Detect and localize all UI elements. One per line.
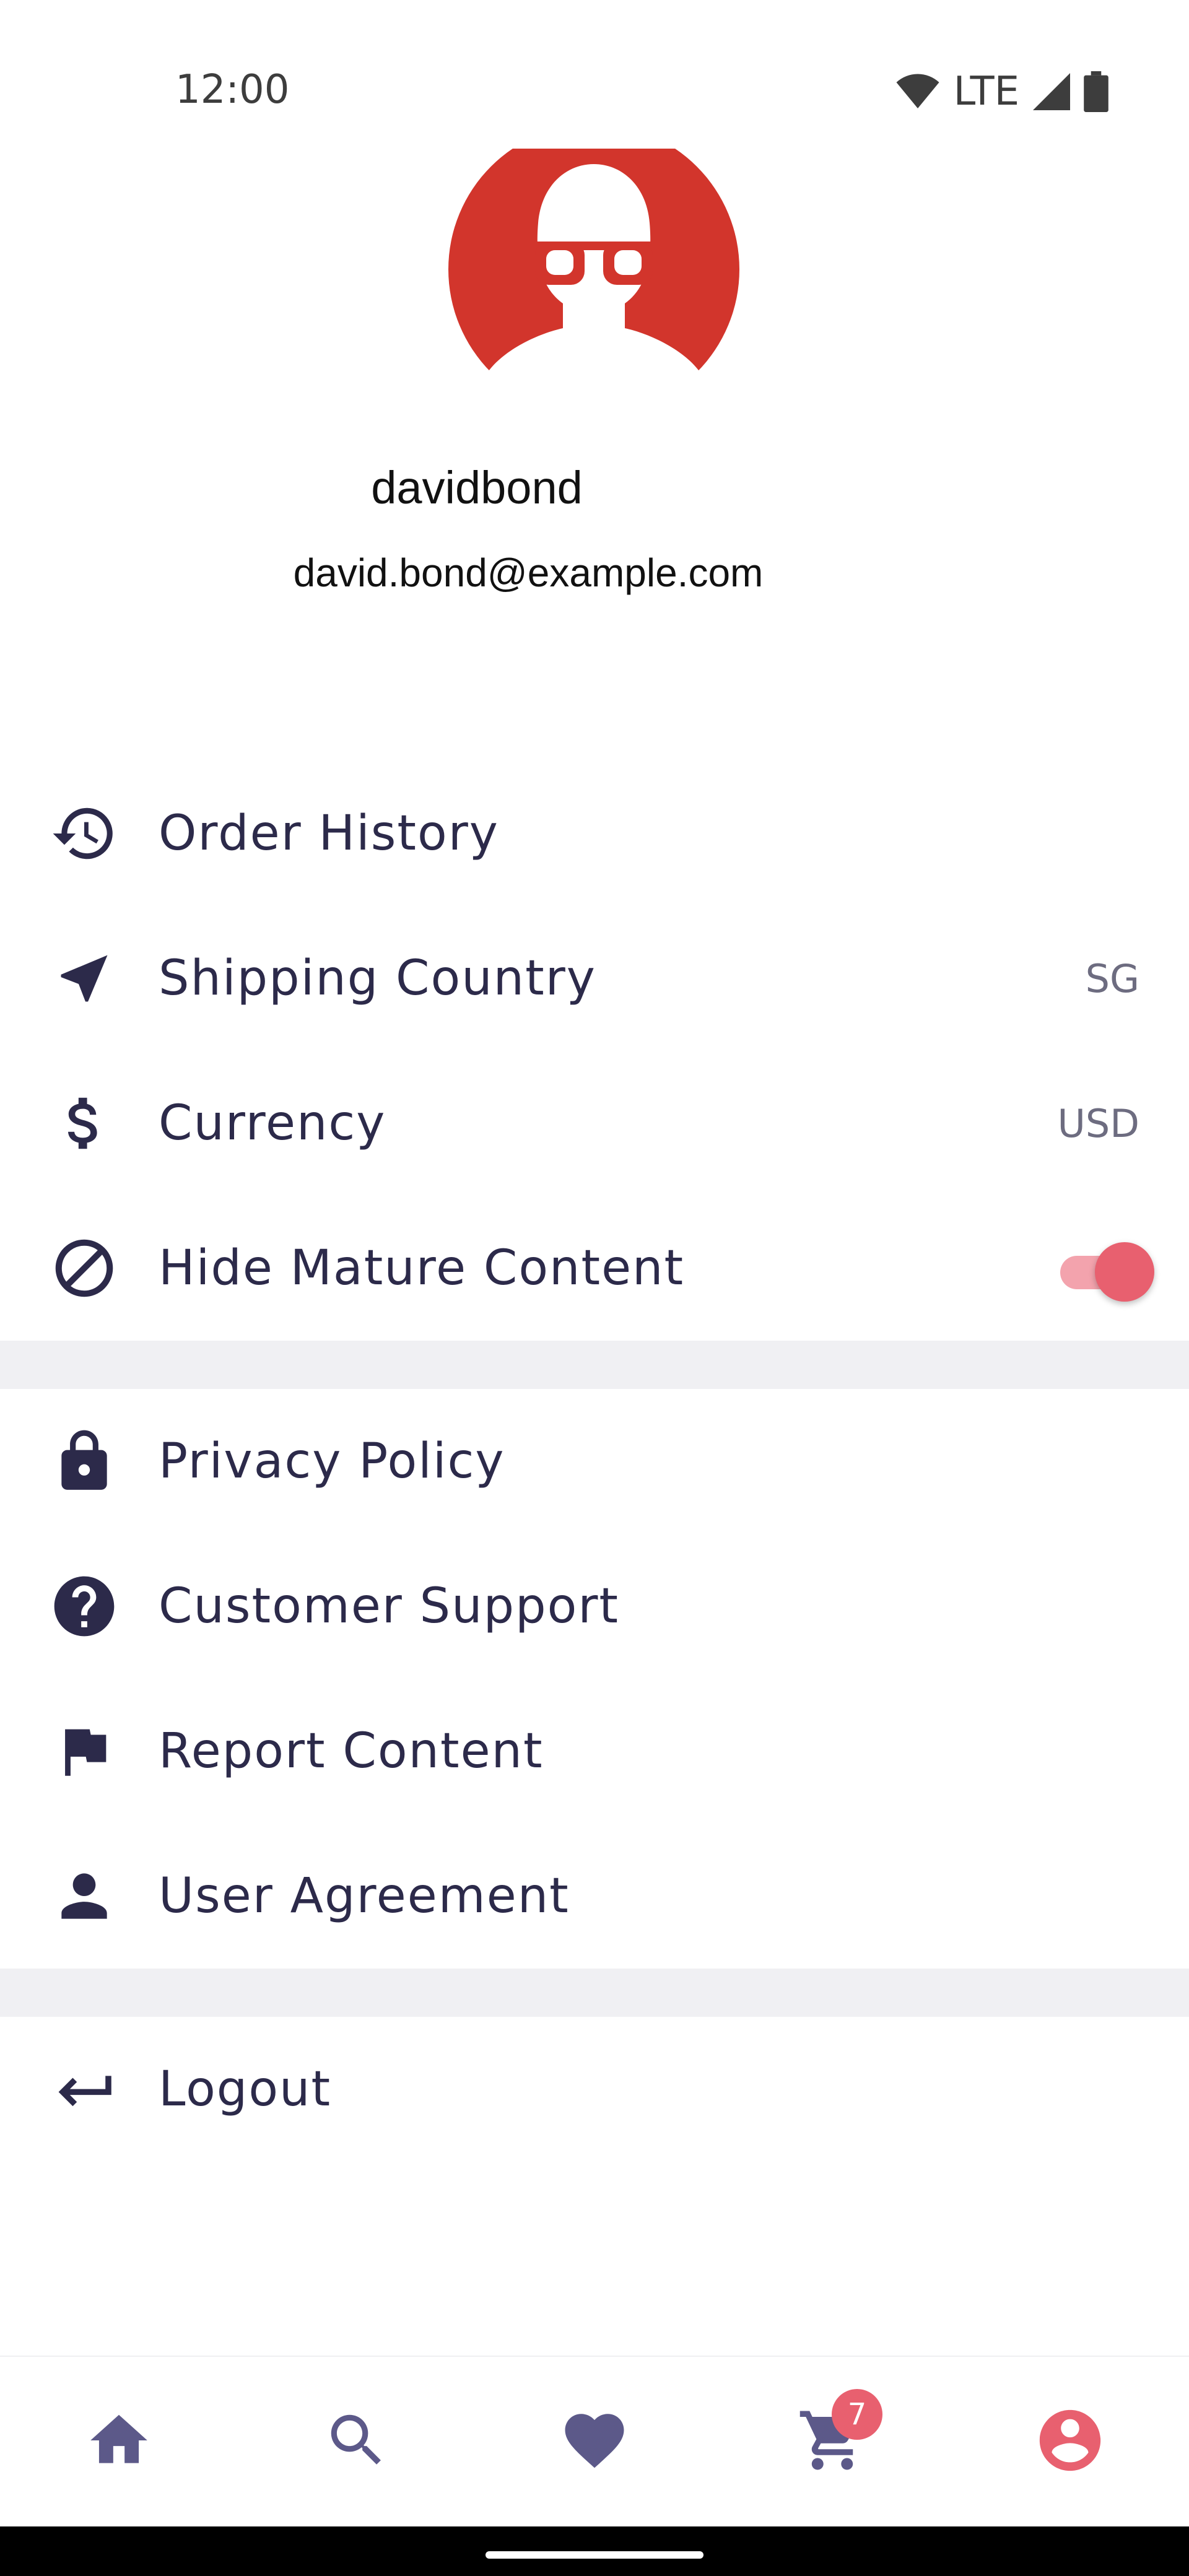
menu-item-currency[interactable]: Currency USD bbox=[0, 1051, 1189, 1196]
status-icons: LTE bbox=[895, 67, 1108, 116]
section-divider bbox=[0, 1341, 1189, 1389]
nav-cart[interactable]: 7 bbox=[786, 2389, 882, 2487]
help-icon bbox=[47, 1569, 121, 1643]
search-icon bbox=[331, 2414, 381, 2465]
menu-item-user-agreement[interactable]: User Agreement bbox=[0, 1824, 1189, 1969]
settings-menu: Order History Shipping Country SG Curren… bbox=[0, 761, 1189, 2162]
menu-item-privacy-policy[interactable]: Privacy Policy bbox=[0, 1389, 1189, 1534]
wifi-icon bbox=[896, 74, 939, 108]
bottom-navigation: 7 bbox=[0, 2356, 1189, 2528]
menu-item-order-history[interactable]: Order History bbox=[0, 761, 1189, 906]
menu-item-hide-mature-content[interactable]: Hide Mature Content bbox=[0, 1196, 1189, 1341]
menu-item-logout[interactable]: Logout bbox=[0, 2017, 1189, 2162]
menu-label: Currency bbox=[159, 1095, 386, 1151]
menu-item-report-content[interactable]: Report Content bbox=[0, 1679, 1189, 1824]
menu-label: User Agreement bbox=[159, 1868, 570, 1924]
username: davidbond bbox=[371, 462, 583, 513]
shipping-country-value: SG bbox=[1085, 955, 1139, 1001]
flag-icon bbox=[47, 1714, 121, 1788]
battery-icon bbox=[1084, 71, 1108, 112]
toggle-thumb bbox=[1095, 1242, 1154, 1302]
nav-home[interactable] bbox=[72, 2394, 165, 2487]
currency-value: USD bbox=[1057, 1100, 1139, 1146]
gesture-bar bbox=[0, 2526, 1189, 2576]
person-icon bbox=[47, 1859, 121, 1933]
nav-account[interactable] bbox=[1024, 2394, 1117, 2487]
navigation-icon bbox=[47, 941, 121, 1016]
menu-label: Customer Support bbox=[159, 1578, 620, 1634]
block-icon bbox=[47, 1231, 121, 1305]
dollar-icon bbox=[47, 1086, 121, 1160]
logout-icon bbox=[47, 2052, 121, 2126]
status-time: 12:00 bbox=[175, 67, 290, 113]
avatar[interactable] bbox=[448, 149, 739, 378]
nav-search[interactable] bbox=[310, 2394, 403, 2487]
nav-favorites[interactable] bbox=[548, 2394, 641, 2487]
history-icon bbox=[47, 796, 121, 871]
menu-label: Privacy Policy bbox=[159, 1434, 505, 1489]
menu-item-shipping-country[interactable]: Shipping Country SG bbox=[0, 906, 1189, 1051]
menu-label: Hide Mature Content bbox=[159, 1240, 685, 1296]
status-bar: 12:00 LTE bbox=[0, 0, 1189, 149]
menu-item-customer-support[interactable]: Customer Support bbox=[0, 1534, 1189, 1679]
cell-signal-icon bbox=[1033, 73, 1070, 110]
menu-label: Shipping Country bbox=[159, 951, 596, 1006]
section-divider bbox=[0, 1969, 1189, 2017]
heart-icon bbox=[565, 2414, 624, 2468]
home-gesture-handle[interactable] bbox=[486, 2551, 703, 2559]
avatar-image bbox=[448, 149, 739, 378]
user-email: david.bond@example.com bbox=[293, 550, 764, 595]
cart-badge: 7 bbox=[832, 2389, 882, 2440]
menu-label: Report Content bbox=[159, 1723, 544, 1779]
hide-mature-content-toggle[interactable] bbox=[1054, 1237, 1159, 1302]
lock-icon bbox=[47, 1424, 121, 1499]
menu-label: Order History bbox=[159, 806, 499, 861]
menu-label: Logout bbox=[159, 2061, 332, 2117]
network-type: LTE bbox=[953, 69, 1019, 115]
home-icon bbox=[90, 2414, 147, 2463]
account-icon bbox=[1039, 2409, 1101, 2471]
